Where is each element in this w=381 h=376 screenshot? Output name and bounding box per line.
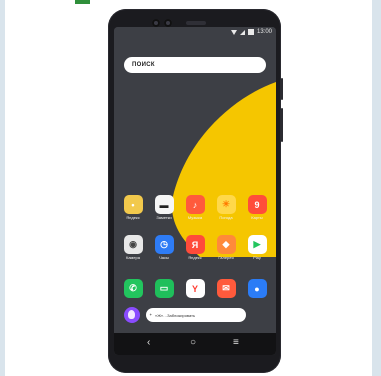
app-shortcut[interactable]: ▭	[151, 279, 177, 309]
app-shortcut[interactable]: 9 Карты	[244, 195, 270, 225]
status-icons: 13:00	[230, 29, 272, 35]
app-shortcut[interactable]: ▶ Play	[244, 235, 270, 265]
gallery-icon: ◆	[216, 235, 236, 254]
menu-button[interactable]: ≡	[233, 337, 239, 349]
clock-text: 13:00	[256, 29, 272, 35]
music-icon: ♪	[185, 195, 205, 214]
earpiece-speaker	[186, 21, 206, 25]
app-icon-glyph: ▶	[253, 239, 261, 249]
app-shortcut[interactable]: ♪ Музыка	[182, 195, 208, 225]
app-icon-glyph: ◷	[160, 239, 168, 249]
search-bar[interactable]: ПОИСК	[124, 57, 266, 73]
signal-icon	[239, 29, 245, 35]
app-icon-glyph: ▬	[159, 199, 169, 210]
app-shortcut[interactable]: ☀ Погода	[213, 195, 239, 225]
app-icon-glyph: Я	[191, 239, 199, 250]
weather-icon: ☀	[216, 195, 236, 214]
app-shortcut[interactable]: ●	[244, 279, 270, 309]
voice-prompt-text: «Ж»…Заблокировать	[155, 312, 196, 318]
battery-icon	[247, 29, 254, 35]
note-icon: ▬	[154, 195, 174, 214]
app-icon-glyph: ♪	[192, 199, 198, 210]
background-left-panel	[0, 0, 5, 376]
app-icon-glyph: ◆	[222, 239, 230, 249]
circle-app-icon: ●	[247, 279, 267, 298]
app-label: Музыка	[187, 215, 203, 220]
map-pin-icon: 9	[247, 195, 267, 214]
mail-icon: ✉	[216, 279, 236, 298]
app-icon-glyph: ◉	[129, 239, 137, 249]
app-icon-glyph: ▭	[159, 283, 169, 293]
app-shortcut[interactable]: ✆	[120, 279, 146, 309]
app-shortcut[interactable]: ◷ Часы	[151, 235, 177, 265]
app-label: Галерея	[218, 255, 234, 260]
power-button[interactable]	[281, 78, 283, 100]
messages-icon: ▭	[154, 279, 174, 298]
background-right-panel	[372, 0, 381, 376]
search-placeholder: ПОИСК	[132, 62, 155, 68]
background-top-accent	[75, 0, 90, 4]
app-shortcut[interactable]: Y	[182, 279, 208, 309]
app-shortcut[interactable]: ✉	[213, 279, 239, 309]
volume-button[interactable]	[281, 108, 283, 142]
app-icon-glyph: 9	[254, 199, 260, 210]
play-store-icon: ▶	[247, 235, 267, 254]
app-icon-glyph: Y	[191, 283, 198, 294]
app-shortcut[interactable]: • Яндекс	[120, 195, 146, 225]
app-label: Камера	[126, 255, 140, 260]
app-label: Карты	[251, 215, 263, 220]
app-shortcut[interactable]: ◉ Камера	[120, 235, 146, 265]
navigation-bar: ‹ ○ ≡	[114, 333, 276, 355]
alice-assistant-icon[interactable]	[124, 307, 140, 323]
app-icon-glyph: ✆	[129, 283, 137, 293]
app-label: Яндекс	[188, 255, 202, 260]
yandex-y-icon: Я	[185, 235, 205, 254]
app-label: Погода	[219, 215, 233, 220]
camera-icon: ◉	[123, 235, 143, 254]
status-bar: 13:00	[114, 27, 276, 39]
app-shortcut[interactable]: Я Яндекс	[182, 235, 208, 265]
phone-screen: 13:00 ПОИСК • Яндекс ▬ Заметки ♪ Музыка ☀ Погод…	[114, 27, 276, 355]
app-shortcut[interactable]: ▬ Заметки	[151, 195, 177, 225]
app-label: Play	[253, 255, 261, 260]
sensor-icon	[164, 19, 172, 27]
app-label: Заметки	[156, 215, 172, 220]
clock-icon: ◷	[154, 235, 174, 254]
app-label: Яндекс	[126, 215, 140, 220]
front-camera-icon	[152, 19, 160, 27]
phone-icon: ✆	[123, 279, 143, 298]
app-label: Часы	[159, 255, 169, 260]
app-icon-glyph: ✉	[222, 283, 230, 293]
app-icon-glyph: •	[131, 199, 135, 210]
app-shortcut[interactable]: ◆ Галерея	[213, 235, 239, 265]
cat-face-icon: •	[123, 195, 143, 214]
app-icon-glyph: ☀	[221, 199, 231, 209]
back-button[interactable]: ‹	[147, 337, 150, 349]
app-icon-glyph: ●	[254, 283, 260, 294]
browser-y-icon: Y	[185, 279, 205, 298]
assistant-bar[interactable]: «Ж»…Заблокировать	[124, 307, 268, 325]
wifi-icon	[230, 29, 237, 35]
voice-prompt-pill[interactable]: «Ж»…Заблокировать	[146, 308, 246, 322]
home-button[interactable]: ○	[190, 337, 196, 349]
